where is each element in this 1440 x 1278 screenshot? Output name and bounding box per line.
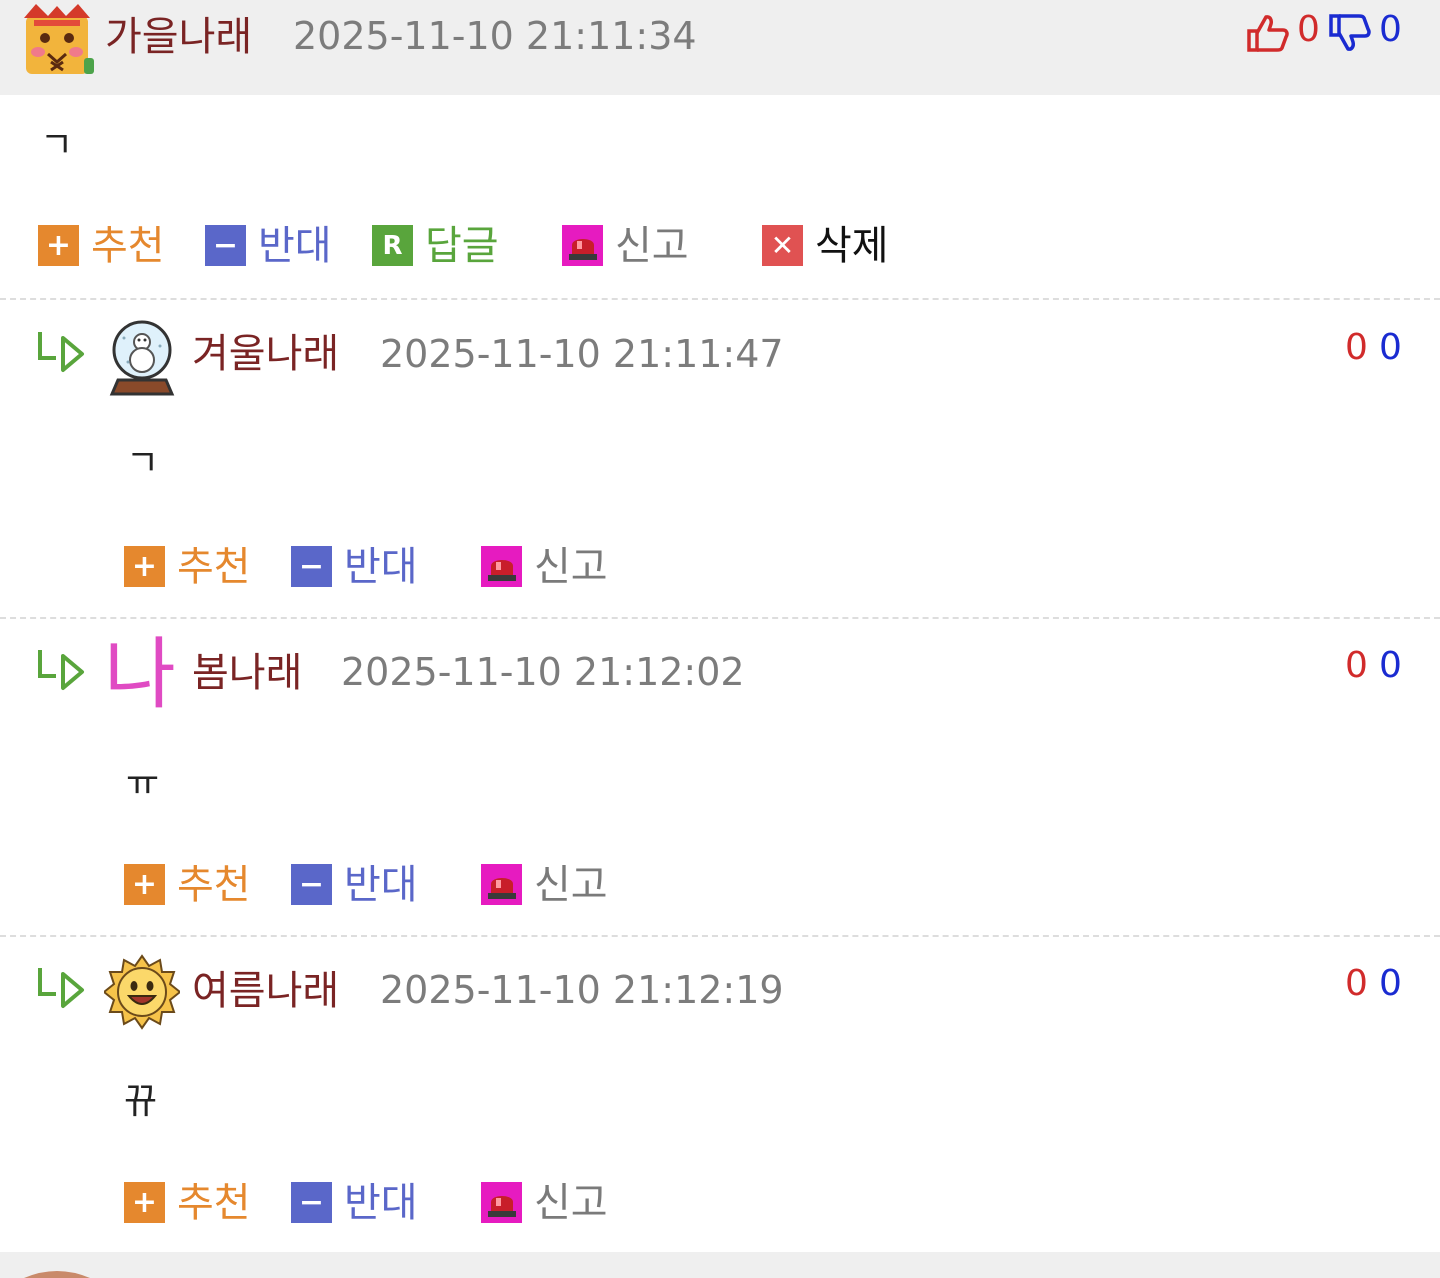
tiger-avatar-icon xyxy=(24,4,94,74)
oppose-button[interactable]: − 반대 xyxy=(291,864,418,905)
next-comment-header xyxy=(0,1252,1440,1278)
minus-icon: − xyxy=(291,1182,332,1223)
oppose-label: 반대 xyxy=(344,1179,418,1226)
recommend-button[interactable]: + 추천 xyxy=(124,864,251,905)
comment-timestamp: 2025-11-10 21:12:02 xyxy=(341,650,745,694)
reply-button[interactable]: R 답글 xyxy=(372,225,499,266)
comment-nickname[interactable]: 가을나래 xyxy=(105,17,252,57)
avatar-icon xyxy=(24,1271,90,1278)
comment-divider xyxy=(0,617,1440,619)
like-count: 0 xyxy=(1345,963,1368,1004)
like-count: 0 xyxy=(1345,327,1368,368)
delete-label: 삭제 xyxy=(815,222,889,269)
recommend-button[interactable]: + 추천 xyxy=(124,1182,251,1223)
plus-icon: + xyxy=(124,1182,165,1223)
oppose-button[interactable]: − 반대 xyxy=(291,546,418,587)
recommend-label: 추천 xyxy=(177,1179,251,1226)
oppose-label: 반대 xyxy=(258,222,332,269)
plus-icon: + xyxy=(124,864,165,905)
snow-globe-avatar-icon xyxy=(109,320,175,396)
thumbs-down-icon[interactable] xyxy=(1328,13,1372,53)
reply-label: 답글 xyxy=(425,222,499,269)
comment-body: ㅠ xyxy=(126,763,160,804)
oppose-button[interactable]: − 반대 xyxy=(291,1182,418,1223)
text-avatar: 나 xyxy=(104,630,176,720)
dislike-count: 0 xyxy=(1379,645,1402,686)
reply-arrow-icon xyxy=(38,650,84,690)
recommend-label: 추천 xyxy=(177,543,251,590)
dislike-count: 0 xyxy=(1379,327,1402,368)
recommend-button[interactable]: + 추천 xyxy=(124,546,251,587)
siren-icon xyxy=(562,225,603,266)
report-button[interactable]: 신고 xyxy=(562,225,689,266)
oppose-button[interactable]: − 반대 xyxy=(205,225,332,266)
like-count: 0 xyxy=(1297,9,1320,50)
comment-timestamp: 2025-11-10 21:12:19 xyxy=(380,968,784,1012)
report-label: 신고 xyxy=(534,1179,608,1226)
thumbs-up-icon[interactable] xyxy=(1246,13,1290,53)
comment-body: ㄱ xyxy=(126,443,160,484)
report-button[interactable]: 신고 xyxy=(481,1182,608,1223)
dislike-count: 0 xyxy=(1379,9,1402,50)
report-label: 신고 xyxy=(615,222,689,269)
report-button[interactable]: 신고 xyxy=(481,546,608,587)
comment-body: 뀨 xyxy=(124,1081,158,1122)
recommend-button[interactable]: + 추천 xyxy=(38,225,165,266)
report-button[interactable]: 신고 xyxy=(481,864,608,905)
reply-r-icon: R xyxy=(372,225,413,266)
plus-icon: + xyxy=(38,225,79,266)
close-icon: ✕ xyxy=(762,225,803,266)
siren-icon xyxy=(481,546,522,587)
reply-arrow-icon xyxy=(38,332,84,372)
minus-icon: − xyxy=(291,864,332,905)
comment-nickname[interactable]: 봄나래 xyxy=(192,653,302,693)
report-label: 신고 xyxy=(534,861,608,908)
minus-icon: − xyxy=(205,225,246,266)
delete-button[interactable]: ✕ 삭제 xyxy=(762,225,889,266)
reply-arrow-icon xyxy=(38,968,84,1008)
comment-divider xyxy=(0,298,1440,300)
siren-icon xyxy=(481,1182,522,1223)
comment-nickname[interactable]: 여름나래 xyxy=(192,971,339,1011)
report-label: 신고 xyxy=(534,543,608,590)
recommend-label: 추천 xyxy=(91,222,165,269)
plus-icon: + xyxy=(124,546,165,587)
comment-timestamp: 2025-11-10 21:11:34 xyxy=(293,14,697,58)
comment-timestamp: 2025-11-10 21:11:47 xyxy=(380,332,784,376)
dislike-count: 0 xyxy=(1379,963,1402,1004)
comment-nickname[interactable]: 겨울나래 xyxy=(192,334,339,374)
oppose-label: 반대 xyxy=(344,861,418,908)
comment-divider xyxy=(0,935,1440,937)
comment-body: ㄱ xyxy=(40,125,74,166)
oppose-label: 반대 xyxy=(344,543,418,590)
siren-icon xyxy=(481,864,522,905)
minus-icon: − xyxy=(291,546,332,587)
sun-avatar-icon xyxy=(104,954,180,1030)
like-count: 0 xyxy=(1345,645,1368,686)
recommend-label: 추천 xyxy=(177,861,251,908)
